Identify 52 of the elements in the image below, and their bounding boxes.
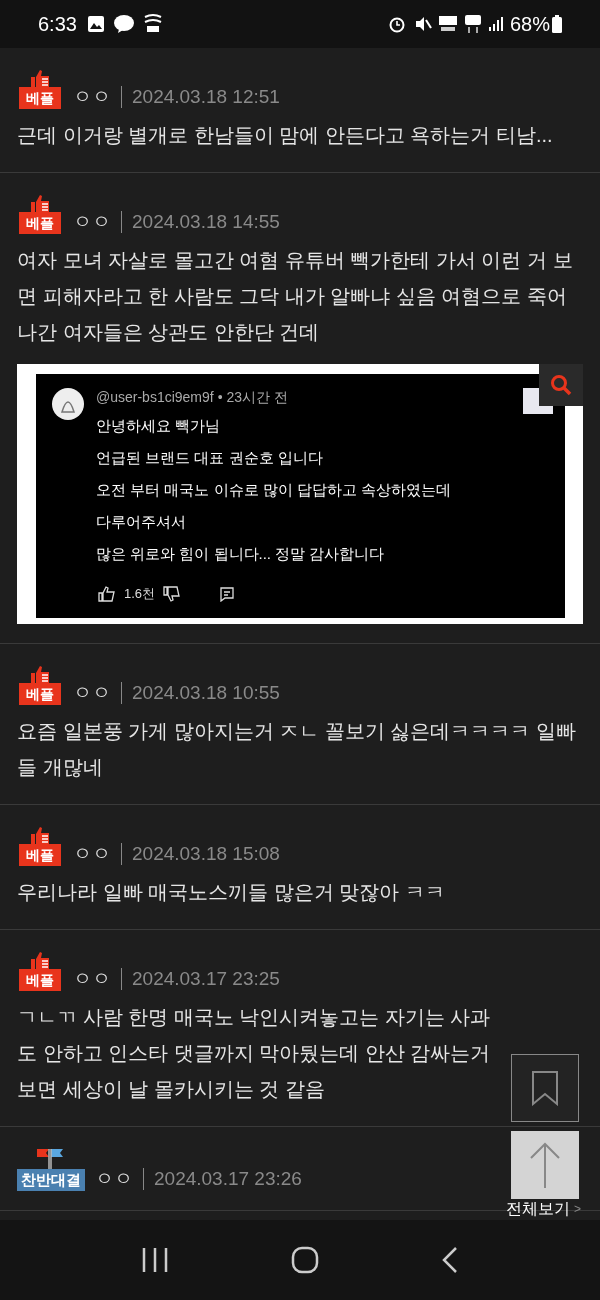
view-all-link[interactable]: 전체보기 > xyxy=(506,1198,581,1220)
username: @user-bs1ci9em9f xyxy=(96,388,214,406)
like-count: 1.6천 xyxy=(124,585,156,603)
chat-bubble-icon xyxy=(112,14,135,34)
comment-line: 많은 위로와 힘이 됩니다... 정말 감사합니다 xyxy=(96,544,386,564)
avatar-icon xyxy=(52,388,84,420)
post-date: 2024.03.18 10:55 xyxy=(132,681,280,705)
comment-line: 오전 부터 매국노 이슈로 많이 답답하고 속상하였는데 xyxy=(96,480,452,500)
comment-text: 여자 모녀 자살로 몰고간 여혐 유튜버 빽가한테 가서 이런 거 보면 피해자라고 한 사람도 그닥 내가 알빠냐 싶음 여혐으로 죽어나간 여자들은 상관도 안한단 건데 xyxy=(17,248,574,345)
dislike-icon xyxy=(163,585,182,602)
like-icon xyxy=(98,585,116,602)
best-badge: 베플 xyxy=(19,683,61,705)
post-date: 2024.03.17 23:26 xyxy=(154,1167,302,1191)
comment-time: • 23시간 전 xyxy=(217,388,288,406)
mute-icon xyxy=(413,15,432,33)
recent-apps-icon[interactable] xyxy=(141,1247,169,1273)
signal-icon xyxy=(487,16,504,32)
comment-text: 근데 이거랑 별개로 한남들이 맘에 안든다고 욕하는거 티남... xyxy=(17,123,554,148)
home-icon[interactable] xyxy=(291,1246,319,1274)
author-name: ㅇㅇ xyxy=(73,85,111,109)
comment-text: ㄱㄴㄲ 사람 한명 매국노 낙인시켜놓고는 자기는 사과도 안하고 인스타 댓글까지 막아뒀는데 안산 감싸는거보면 세상이 날 몰카시키는 것 같음 xyxy=(17,1005,492,1102)
best-badge: 베플 xyxy=(19,844,61,866)
best-badge: 베플 xyxy=(19,212,61,234)
back-icon[interactable] xyxy=(441,1246,459,1274)
post-date: 2024.03.17 23:25 xyxy=(132,967,280,991)
debate-badge: 찬반대결 xyxy=(17,1169,85,1191)
search-icon xyxy=(550,374,572,396)
zoom-button[interactable] xyxy=(539,364,583,406)
comment-line: 안녕하세요 빽가님 xyxy=(96,416,222,436)
comment-line: 언급된 브랜드 대표 권순호 입니다 xyxy=(96,448,324,468)
best-badge: 베플 xyxy=(19,969,61,991)
post-date: 2024.03.18 14:55 xyxy=(132,210,280,234)
comment-text: 우리나라 일빠 매국노스끼들 많은거 맞잖아 ㅋㅋ xyxy=(17,880,446,905)
bookmark-button[interactable] xyxy=(511,1054,579,1122)
author-name: ㅇㅇ xyxy=(73,210,111,234)
post-date: 2024.03.18 15:08 xyxy=(132,842,280,866)
clock: 6:33 xyxy=(38,12,77,37)
alarm-icon xyxy=(387,15,406,33)
gallery-icon xyxy=(86,15,105,33)
battery-percent: 68% xyxy=(509,12,550,37)
bookmark-icon xyxy=(531,1070,559,1106)
author-name: ㅇㅇ xyxy=(73,681,111,705)
up-arrow-icon xyxy=(529,1142,561,1188)
author-name: ㅇㅇ xyxy=(73,967,111,991)
battery-icon xyxy=(552,15,562,33)
post-date: 2024.03.18 12:51 xyxy=(132,85,280,109)
author-name: ㅇㅇ xyxy=(73,842,111,866)
reply-icon xyxy=(219,585,236,602)
comment-line: 다루어주셔서 xyxy=(96,512,187,532)
author-name: ㅇㅇ xyxy=(95,1167,133,1191)
comment-text: 요즘 일본풍 가게 많아지는거 ㅈㄴ 꼴보기 싫은데ㅋㅋㅋㅋ 일빠들 개많네 xyxy=(17,719,577,780)
best-badge: 베플 xyxy=(19,87,61,109)
